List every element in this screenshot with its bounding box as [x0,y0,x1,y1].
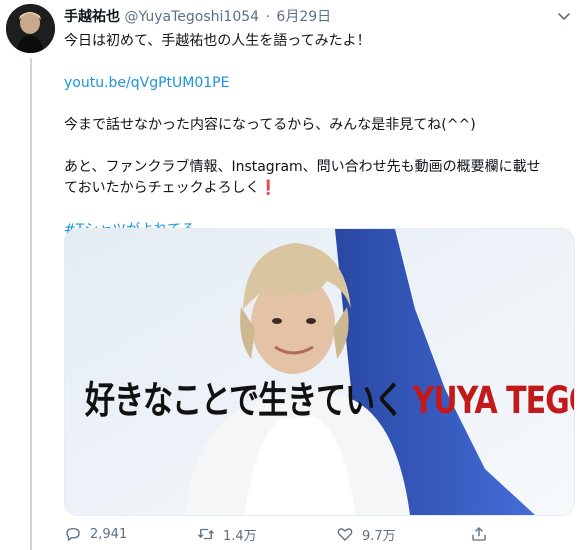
banner-english: YUYA TEGOSHI [412,379,574,423]
avatar-image [6,4,55,53]
banner-japanese: 好きなことで生きていく [85,379,404,423]
tweet-header: 手越祐也 @YuyaTegoshi1054 · 6月29日 [64,7,331,27]
retweet-button[interactable]: 1.4万 [197,524,257,544]
user-handle[interactable]: @YuyaTegoshi1054 [124,9,259,25]
tweet-text: 今日は初めて、手越祐也の人生を語ってみたよ！ youtu.be/qVgPtUM0… [64,31,576,241]
separator: · [265,9,270,25]
share-button[interactable] [470,524,496,544]
tweet-media[interactable]: 好きなことで生きていく YUYA TEGOSHI [64,228,575,516]
exclamation-emoji: ❗ [259,180,278,196]
reply-button[interactable]: 2,941 [64,524,127,544]
display-name[interactable]: 手越祐也 [64,9,120,25]
tweet-date[interactable]: 6月29日 [276,9,331,25]
avatar[interactable] [6,4,55,53]
tweet-line-3b-text: ておいたからチェックよろしく [64,180,260,196]
like-count: 9.7万 [362,528,396,544]
retweet-count: 1.4万 [223,528,257,544]
reply-count: 2,941 [90,526,128,542]
like-button[interactable]: 9.7万 [336,524,396,544]
thread-line [30,58,32,550]
tweet-line-3b: ておいたからチェックよろしく❗ [64,178,576,199]
chevron-down-icon[interactable] [557,12,571,22]
media-banner: 好きなことで生きていく YUYA TEGOSHI [85,369,574,424]
share-icon [472,527,486,541]
reply-icon [66,528,80,542]
tweet-line-1: 今日は初めて、手越祐也の人生を語ってみたよ！ [64,33,371,49]
heart-icon [337,528,353,541]
tweet-link[interactable]: youtu.be/qVgPtUM01PE [64,73,576,94]
tweet-line-2: 今まで話せなかった内容になってるから、みんな是非見てね(^^) [64,117,476,133]
tweet[interactable]: 手越祐也 @YuyaTegoshi1054 · 6月29日 今日は初めて、手越祐… [0,0,585,550]
retweet-icon [198,528,214,540]
tweet-actions: 2,941 1.4万 9.7万 [64,524,576,544]
tweet-line-3a: あと、ファンクラブ情報、Instagram、問い合わせ先も動画の概要欄に載せ [64,159,541,175]
